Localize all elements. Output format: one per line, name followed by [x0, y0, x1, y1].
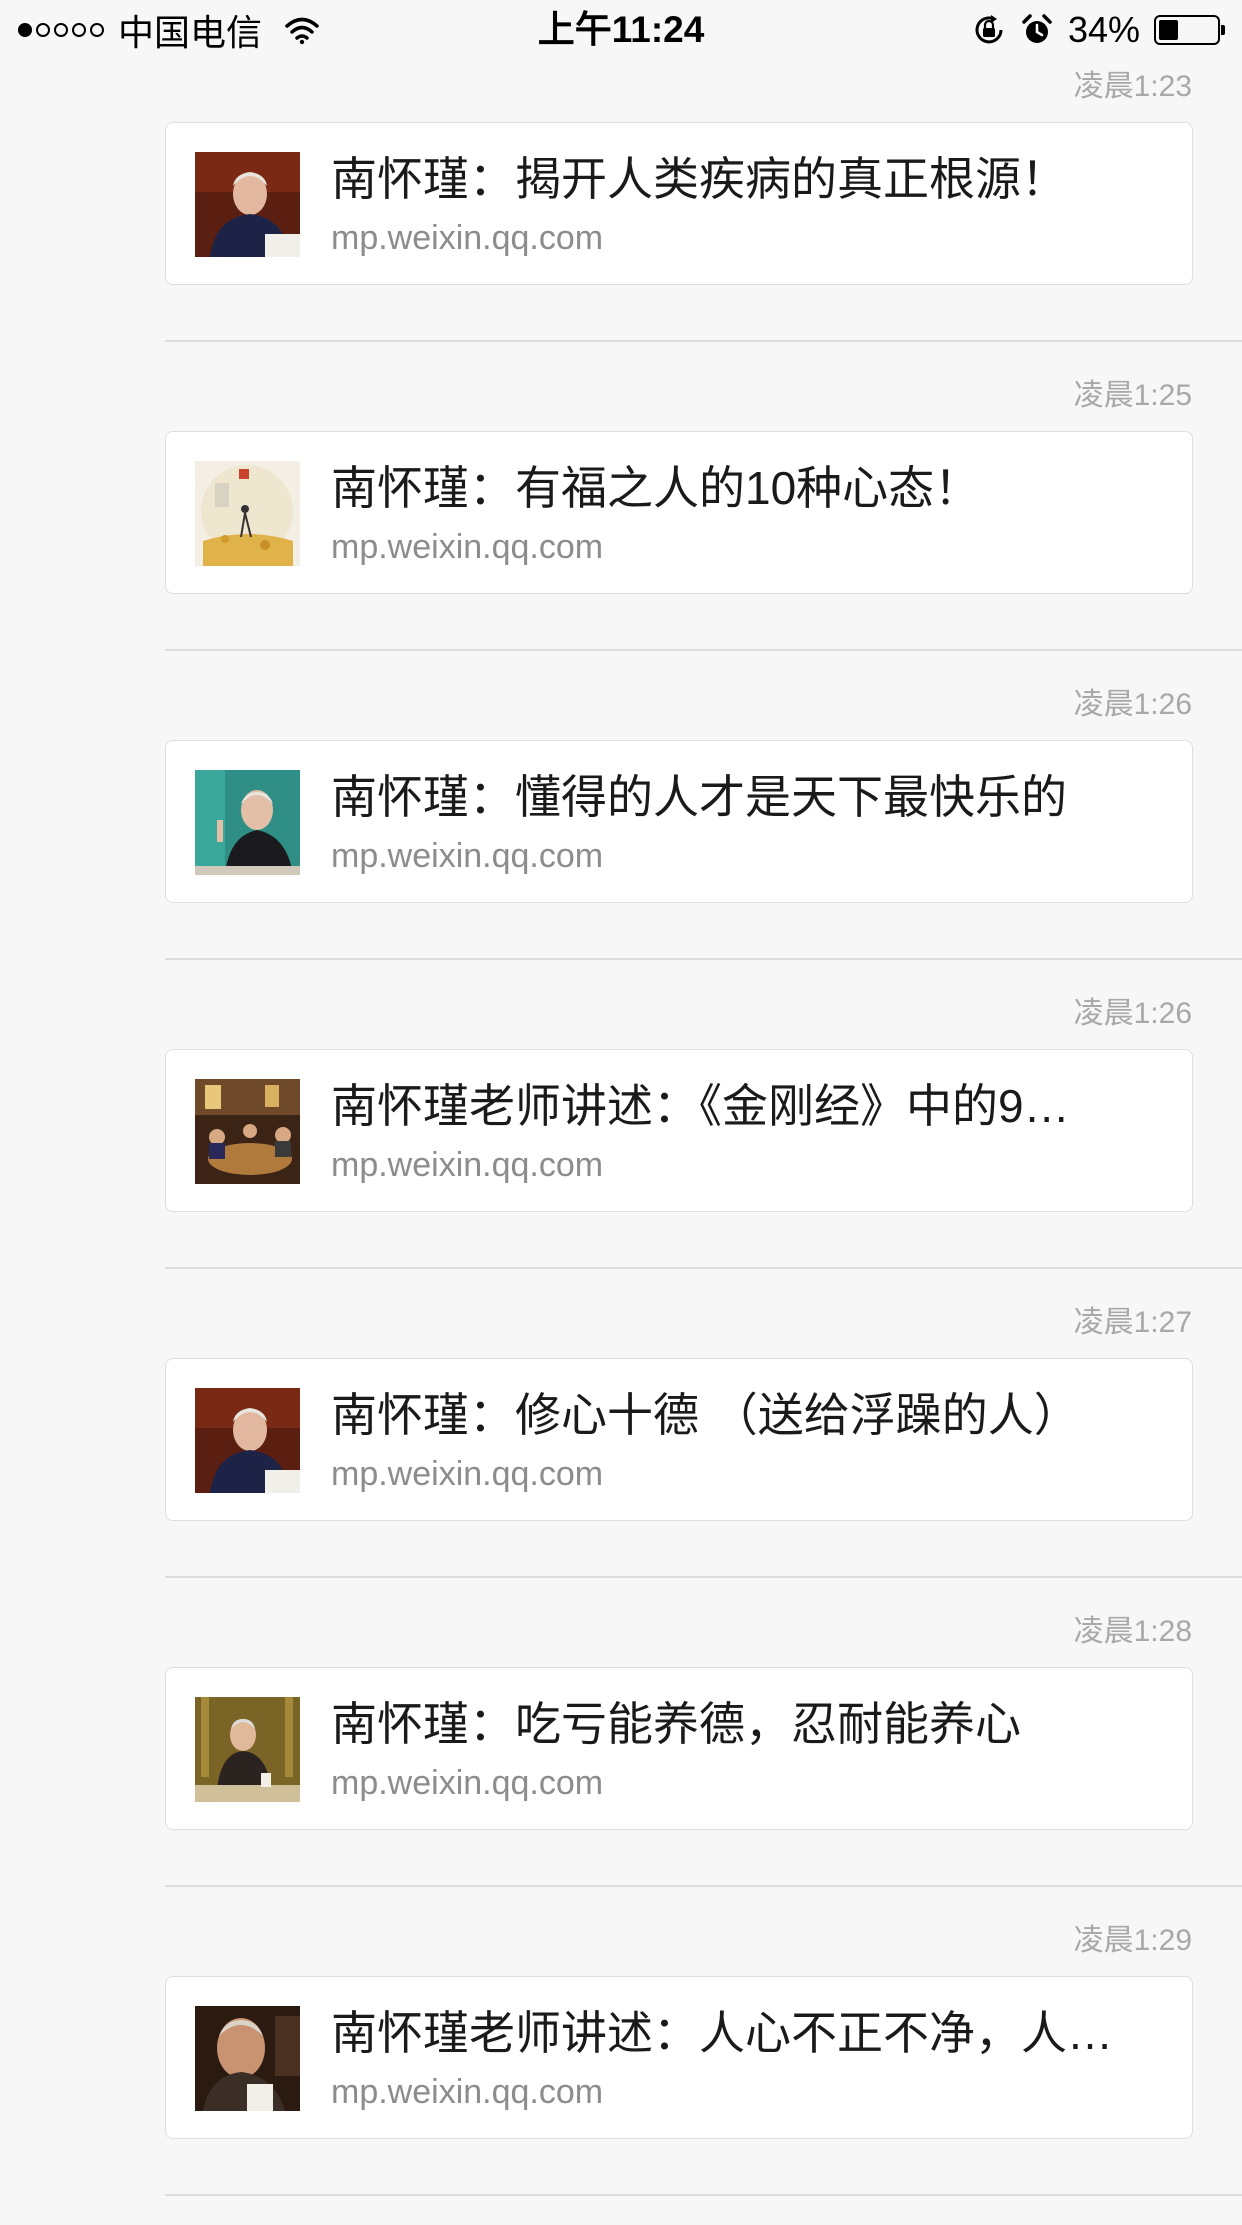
message-timestamp: 凌晨1:26: [1073, 688, 1192, 721]
divider: [165, 1885, 1242, 1887]
message-timestamp: 凌晨1:23: [1073, 70, 1192, 103]
article-source: mp.weixin.qq.com: [331, 837, 604, 875]
article-thumbnail: [195, 1697, 300, 1802]
article-title: 南怀瑾老师讲述：人心不正不净，人…: [331, 2007, 1113, 2059]
article-source: mp.weixin.qq.com: [331, 1455, 604, 1493]
article-link-card[interactable]: 南怀瑾：修心十德 （送给浮躁的人） mp.weixin.qq.com: [165, 1358, 1193, 1521]
message-item: 凌晨1:27 南怀瑾：修心十德 （送给浮躁的人） mp.weixin.qq.co…: [0, 1298, 1242, 1607]
divider: [165, 1576, 1242, 1578]
divider: [165, 340, 1242, 342]
article-thumbnail: [195, 1079, 300, 1184]
status-bar: 中国电信 上午11:24 34%: [0, 0, 1242, 60]
article-title: 南怀瑾：懂得的人才是天下最快乐的: [331, 771, 1067, 823]
battery-percentage: 34%: [1067, 9, 1140, 50]
divider: [165, 649, 1242, 651]
article-link-card[interactable]: 南怀瑾：有福之人的10种心态！ mp.weixin.qq.com: [165, 431, 1193, 594]
message-timestamp: 凌晨1:29: [1073, 1924, 1192, 1957]
battery-icon: [1154, 15, 1225, 45]
thumbnail-image: [195, 461, 300, 566]
status-right: 34%: [972, 8, 1225, 52]
divider: [165, 958, 1242, 960]
battery-level: [1159, 20, 1178, 40]
article-source: mp.weixin.qq.com: [331, 1146, 604, 1184]
message-item: 凌晨1:28 南怀瑾：吃亏能养德，忍耐能养心 mp.weixin.qq.com: [0, 1607, 1242, 1916]
message-timestamp: 凌晨1:28: [1073, 1615, 1192, 1648]
thumbnail-image: [195, 2006, 300, 2111]
message-item: 凌晨1:26 南怀瑾老师讲述：《金刚经》中的9… mp.weixin.qq.co…: [0, 989, 1242, 1298]
message-timestamp: 凌晨1:25: [1073, 379, 1192, 412]
thumbnail-image: [195, 770, 300, 875]
article-title: 南怀瑾：修心十德 （送给浮躁的人）: [331, 1389, 1080, 1441]
article-source: mp.weixin.qq.com: [331, 2073, 604, 2111]
article-link-card[interactable]: 南怀瑾：懂得的人才是天下最快乐的 mp.weixin.qq.com: [165, 740, 1193, 903]
rotation-lock-icon: [975, 15, 1003, 44]
thumbnail-image: [195, 1079, 300, 1184]
article-title: 南怀瑾：有福之人的10种心态！: [331, 462, 981, 514]
message-timestamp: 凌晨1:27: [1073, 1306, 1192, 1339]
article-link-card[interactable]: 南怀瑾老师讲述：《金刚经》中的9… mp.weixin.qq.com: [165, 1049, 1193, 1212]
thumbnail-image: [195, 1697, 300, 1802]
article-link-card[interactable]: 南怀瑾：揭开人类疾病的真正根源！ mp.weixin.qq.com: [165, 122, 1193, 285]
divider: [165, 1267, 1242, 1269]
article-thumbnail: [195, 2006, 300, 2111]
article-source: mp.weixin.qq.com: [331, 528, 604, 566]
article-title: 南怀瑾：揭开人类疾病的真正根源！: [331, 153, 1067, 205]
article-link-card[interactable]: 南怀瑾：吃亏能养德，忍耐能养心 mp.weixin.qq.com: [165, 1667, 1193, 1830]
divider: [165, 2194, 1242, 2196]
alarm-icon: [1022, 14, 1052, 43]
article-thumbnail: [195, 1388, 300, 1493]
message-item: 凌晨1:25 南怀瑾：有福之人的10种心态！ mp.weixin.qq.com: [0, 371, 1242, 680]
article-source: mp.weixin.qq.com: [331, 1764, 604, 1802]
message-timestamp: 凌晨1:26: [1073, 997, 1192, 1030]
article-link-card[interactable]: 南怀瑾老师讲述：人心不正不净，人… mp.weixin.qq.com: [165, 1976, 1193, 2139]
article-source: mp.weixin.qq.com: [331, 219, 604, 257]
article-title: 南怀瑾老师讲述：《金刚经》中的9…: [331, 1080, 1070, 1132]
article-title: 南怀瑾：吃亏能养德，忍耐能养心: [331, 1698, 1021, 1750]
article-thumbnail: [195, 152, 300, 257]
thumbnail-image: [195, 1388, 300, 1493]
thumbnail-image: [195, 152, 300, 257]
article-thumbnail: [195, 461, 300, 566]
message-item: 凌晨1:23 南怀瑾：揭开人类疾病的真正根源！ mp.weixin.qq.com: [0, 62, 1242, 371]
article-thumbnail: [195, 770, 300, 875]
message-item: 凌晨1:26 南怀瑾：懂得的人才是天下最快乐的 mp.weixin.qq.com: [0, 680, 1242, 989]
message-item: 凌晨1:29 南怀瑾老师讲述：人心不正不净，人… mp.weixin.qq.co…: [0, 1916, 1242, 2225]
